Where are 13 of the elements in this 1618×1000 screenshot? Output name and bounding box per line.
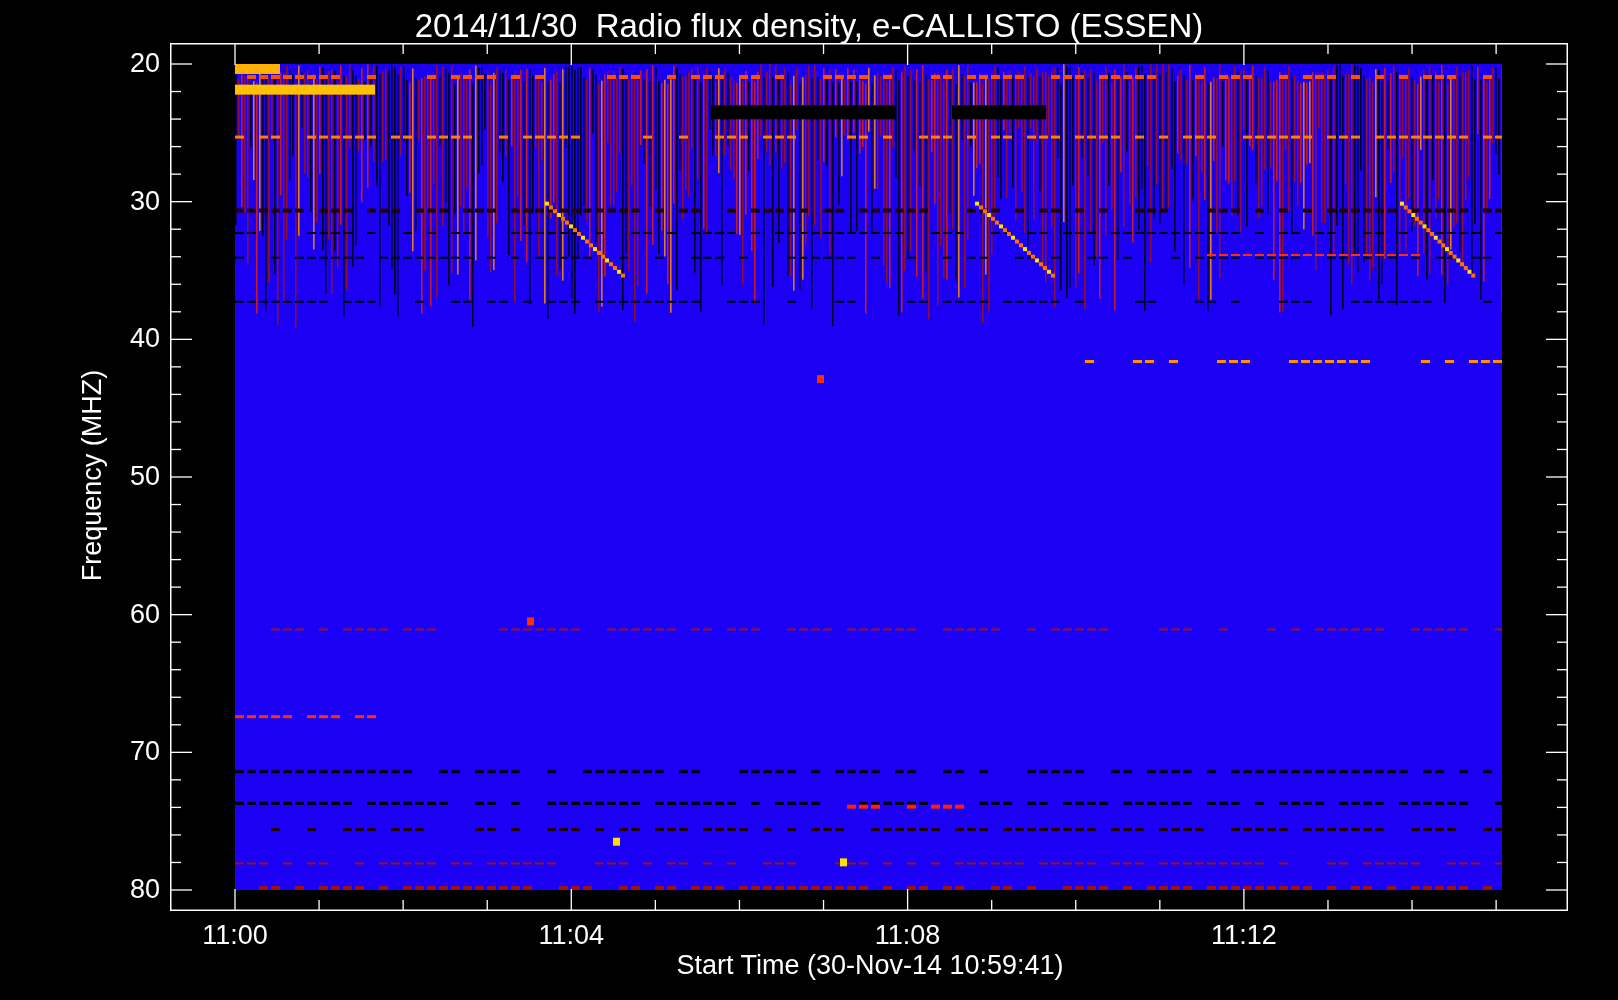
y-axis-label: Frequency (MHZ): [78, 368, 106, 584]
x-tick-label: 11:12: [1210, 922, 1278, 949]
x-tick-label: 11:08: [873, 922, 942, 949]
y-tick-label: 40: [128, 325, 160, 353]
y-tick-label: 20: [128, 50, 160, 77]
chart-title: 2014/11/30 Radio flux density, e-CALLISTO (ESSEN): [413, 6, 1205, 46]
y-tick-label: 80: [128, 876, 160, 903]
x-axis-label: Start Time (30-Nov-14 10:59:41): [675, 952, 1065, 979]
x-tick-label: 11:00: [201, 922, 269, 949]
x-tick-label: 11:04: [537, 922, 606, 949]
y-tick-label: 70: [128, 738, 160, 766]
y-tick-label: 60: [128, 600, 160, 628]
y-tick-label: 30: [128, 187, 160, 215]
